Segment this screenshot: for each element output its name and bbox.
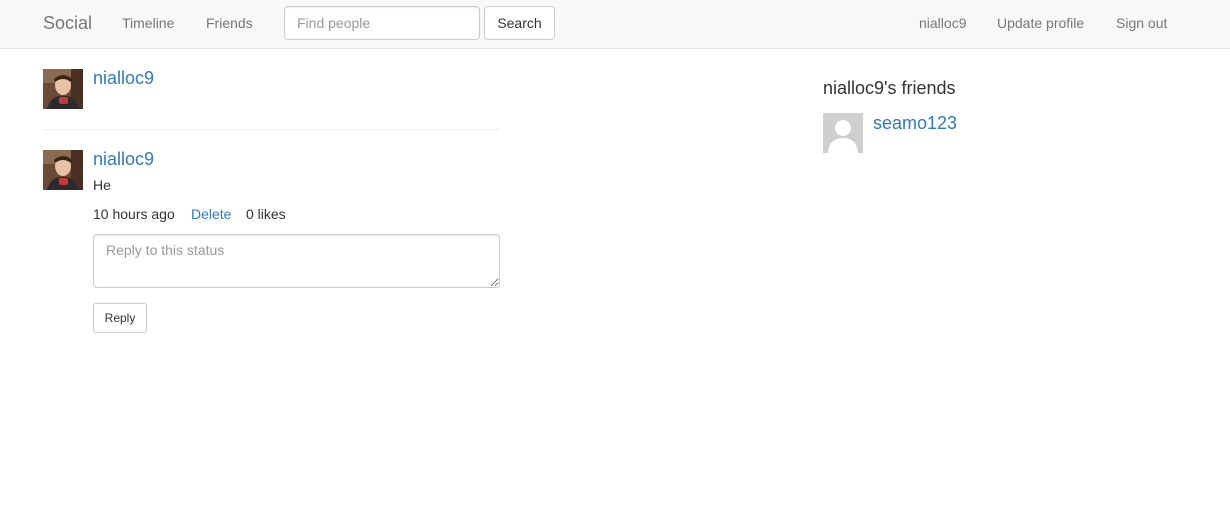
reply-button[interactable]: Reply <box>93 303 147 333</box>
friend-username-link[interactable]: seamo123 <box>873 113 957 133</box>
navbar: Social Timeline Friends Search nialloc9 … <box>0 0 1230 49</box>
default-user-icon <box>823 113 863 153</box>
likes-count: 0 likes <box>246 206 286 222</box>
status-username-link[interactable]: nialloc9 <box>93 149 154 169</box>
nav-timeline-link[interactable]: Timeline <box>122 14 174 32</box>
profile-avatar[interactable] <box>43 69 83 109</box>
status-timestamp: 10 hours ago <box>93 206 175 222</box>
friends-heading: nialloc9's friends <box>823 78 956 98</box>
divider <box>43 129 500 130</box>
delete-status-link[interactable]: Delete <box>191 206 231 222</box>
nav-friends-link[interactable]: Friends <box>206 14 253 32</box>
nav-profile-link[interactable]: nialloc9 <box>919 14 966 32</box>
friend-avatar[interactable] <box>823 113 863 153</box>
profile-username-link[interactable]: nialloc9 <box>93 68 154 88</box>
search-input[interactable] <box>284 6 480 40</box>
brand-link[interactable]: Social <box>43 12 92 34</box>
status-avatar[interactable] <box>43 150 83 190</box>
status-text: He <box>93 177 111 193</box>
nav-sign-out-link[interactable]: Sign out <box>1116 14 1167 32</box>
reply-textarea[interactable] <box>93 234 500 288</box>
search-button[interactable]: Search <box>484 6 555 40</box>
nav-update-profile-link[interactable]: Update profile <box>997 14 1084 32</box>
